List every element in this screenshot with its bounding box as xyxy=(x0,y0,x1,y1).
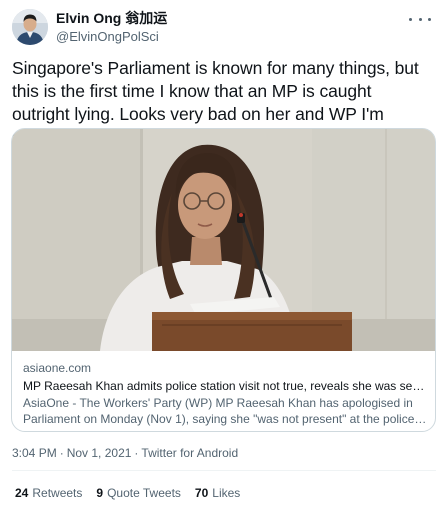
tweet-time[interactable]: 3:04 PM xyxy=(12,446,57,460)
avatar-photo xyxy=(12,9,48,45)
meta-separator: · xyxy=(134,446,139,460)
tweet-stats: 24 Retweets 9 Quote Tweets 70 Likes xyxy=(15,485,254,501)
tweet: Elvin Ong 翁加运 @ElvinOngPolSci Singapore'… xyxy=(0,0,446,512)
tweet-source[interactable]: Twitter for Android xyxy=(141,446,238,460)
tweet-meta: 3:04 PM · Nov 1, 2021 · Twitter for Android xyxy=(12,445,238,461)
more-options-button[interactable] xyxy=(409,13,431,25)
likes-stat[interactable]: 70 Likes xyxy=(195,485,240,501)
card-domain: asiaone.com xyxy=(23,361,92,375)
quote-tweets-stat[interactable]: 9 Quote Tweets xyxy=(96,485,181,501)
tweet-date[interactable]: Nov 1, 2021 xyxy=(67,446,132,460)
likes-count: 70 xyxy=(194,486,209,500)
retweets-stat[interactable]: 24 Retweets xyxy=(15,485,82,501)
divider xyxy=(12,470,436,471)
card-photo xyxy=(12,129,435,351)
card-image[interactable] xyxy=(12,129,435,351)
card-text: asiaone.com MP Raeesah Khan admits polic… xyxy=(23,360,427,427)
likes-label: Likes xyxy=(212,486,241,500)
retweets-count: 24 xyxy=(15,486,29,500)
avatar[interactable] xyxy=(12,9,48,45)
card-description-line: AsiaOne - The Workers' Party (WP) MP Rae… xyxy=(23,396,413,410)
more-horizontal-icon xyxy=(409,17,412,21)
meta-separator: · xyxy=(59,446,64,460)
author-info[interactable]: Elvin Ong 翁加运 @ElvinOngPolSci xyxy=(56,10,167,45)
card-description-line: Parliament on Monday (Nov 1), saying she… xyxy=(23,412,427,426)
handle[interactable]: @ElvinOngPolSci xyxy=(56,28,167,45)
link-card[interactable]: asiaone.com MP Raeesah Khan admits polic… xyxy=(11,128,436,432)
more-horizontal-icon xyxy=(428,17,431,21)
card-description: AsiaOne - The Workers' Party (WP) MP Rae… xyxy=(23,395,427,427)
more-horizontal-icon xyxy=(418,17,422,21)
display-name[interactable]: Elvin Ong 翁加运 xyxy=(56,10,167,27)
retweets-label: Retweets xyxy=(32,486,83,500)
quote-tweets-label: Quote Tweets xyxy=(107,486,181,500)
card-title[interactable]: MP Raeesah Khan admits police station vi… xyxy=(23,378,427,394)
quote-tweets-count: 9 xyxy=(96,486,104,500)
